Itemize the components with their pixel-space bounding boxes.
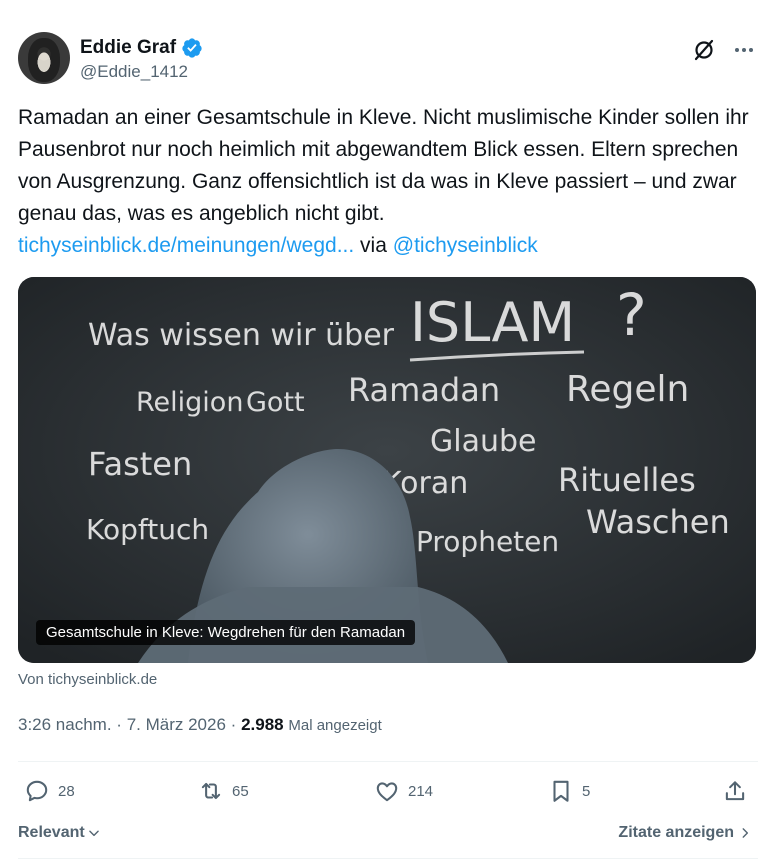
share-icon: [725, 781, 745, 801]
view-label: Mal angezeigt: [288, 717, 382, 734]
like-button[interactable]: 214: [374, 778, 433, 804]
divider: [18, 761, 758, 762]
quotes-label: Zitate anzeigen: [618, 824, 734, 841]
more-options-icon[interactable]: [730, 36, 758, 64]
chalk-kopftuch: Kopftuch: [86, 513, 209, 546]
bookmark-icon: [553, 780, 569, 802]
grok-glyph-icon: [694, 39, 714, 61]
chalk-regeln: Regeln: [566, 369, 689, 410]
tweet-header: Eddie Graf @Eddie_1412: [18, 32, 758, 88]
meta-separator: ·: [116, 715, 122, 734]
chalk-rituelles: Rituelles: [558, 461, 696, 499]
ellipsis-icon: [735, 48, 753, 52]
via-label: via: [360, 234, 387, 257]
grok-icon[interactable]: [690, 36, 718, 64]
bookmark-button[interactable]: 5: [548, 778, 590, 804]
tweet-meta: 3:26 nachm. · 7. März 2026 · 2.988 Mal a…: [18, 715, 382, 735]
link-card[interactable]: Was wissen wir über ISLAM ? Religion Got…: [18, 277, 756, 663]
author-handle[interactable]: @Eddie_1412: [80, 62, 188, 82]
repost-icon: [201, 782, 221, 800]
action-bar: 28 65 214 5: [18, 772, 758, 816]
avatar[interactable]: [18, 32, 70, 84]
view-quotes-button[interactable]: Zitate anzeigen: [618, 824, 752, 842]
chalkboard-image: Was wissen wir über ISLAM ? Religion Got…: [18, 277, 756, 663]
chalk-religion: Religion: [136, 387, 243, 418]
chevron-down-icon: [88, 830, 99, 837]
chalk-glaube: Glaube: [430, 424, 536, 459]
top-actions: [690, 36, 758, 64]
meta-separator: ·: [230, 715, 237, 734]
reply-count: 28: [58, 782, 75, 800]
article-link[interactable]: tichyseinblick.de/meinungen/wegd...: [18, 234, 354, 257]
heart-icon: [376, 782, 398, 802]
chalk-waschen: Waschen: [586, 503, 730, 541]
tweet-body: Ramadan an einer Gesamtschule in Kleve. …: [18, 106, 749, 225]
tweet-time[interactable]: 3:26 nachm.: [18, 715, 112, 734]
author-name[interactable]: Eddie Graf: [80, 36, 176, 60]
chalk-qmark: ?: [616, 281, 647, 349]
chevron-right-icon: [742, 828, 749, 838]
divider: [18, 858, 758, 859]
mention-link[interactable]: @tichyseinblick: [393, 234, 538, 257]
chalk-question: Was wissen wir über: [88, 318, 395, 353]
verified-badge-icon: [182, 38, 202, 58]
tweet-date[interactable]: 7. März 2026: [127, 715, 226, 734]
card-source[interactable]: Von tichyseinblick.de: [18, 671, 157, 688]
card-caption: Gesamtschule in Kleve: Wegdrehen für den…: [36, 620, 416, 645]
sort-label: Relevant: [18, 824, 85, 841]
reply-icon: [26, 780, 48, 802]
chalk-islam: ISLAM: [410, 291, 575, 354]
like-count: 214: [408, 782, 434, 800]
chalk-ramadan: Ramadan: [348, 371, 500, 409]
repost-button[interactable]: 65: [198, 778, 249, 804]
chalk-fasten: Fasten: [88, 445, 192, 483]
share-button[interactable]: [722, 778, 748, 804]
reply-button[interactable]: 28: [24, 778, 75, 804]
sort-relevant-button[interactable]: Relevant: [18, 824, 101, 842]
view-count: 2.988: [241, 715, 284, 734]
bookmark-count: 5: [582, 782, 591, 800]
replies-sort-row: Relevant Zitate anzeigen: [18, 824, 758, 848]
repost-count: 65: [232, 782, 249, 800]
chalk-propheten: Propheten: [416, 525, 559, 558]
author-name-row: Eddie Graf: [80, 36, 203, 60]
tweet-text: Ramadan an einer Gesamtschule in Kleve. …: [18, 102, 763, 262]
chalk-gott: Gott: [246, 387, 305, 418]
